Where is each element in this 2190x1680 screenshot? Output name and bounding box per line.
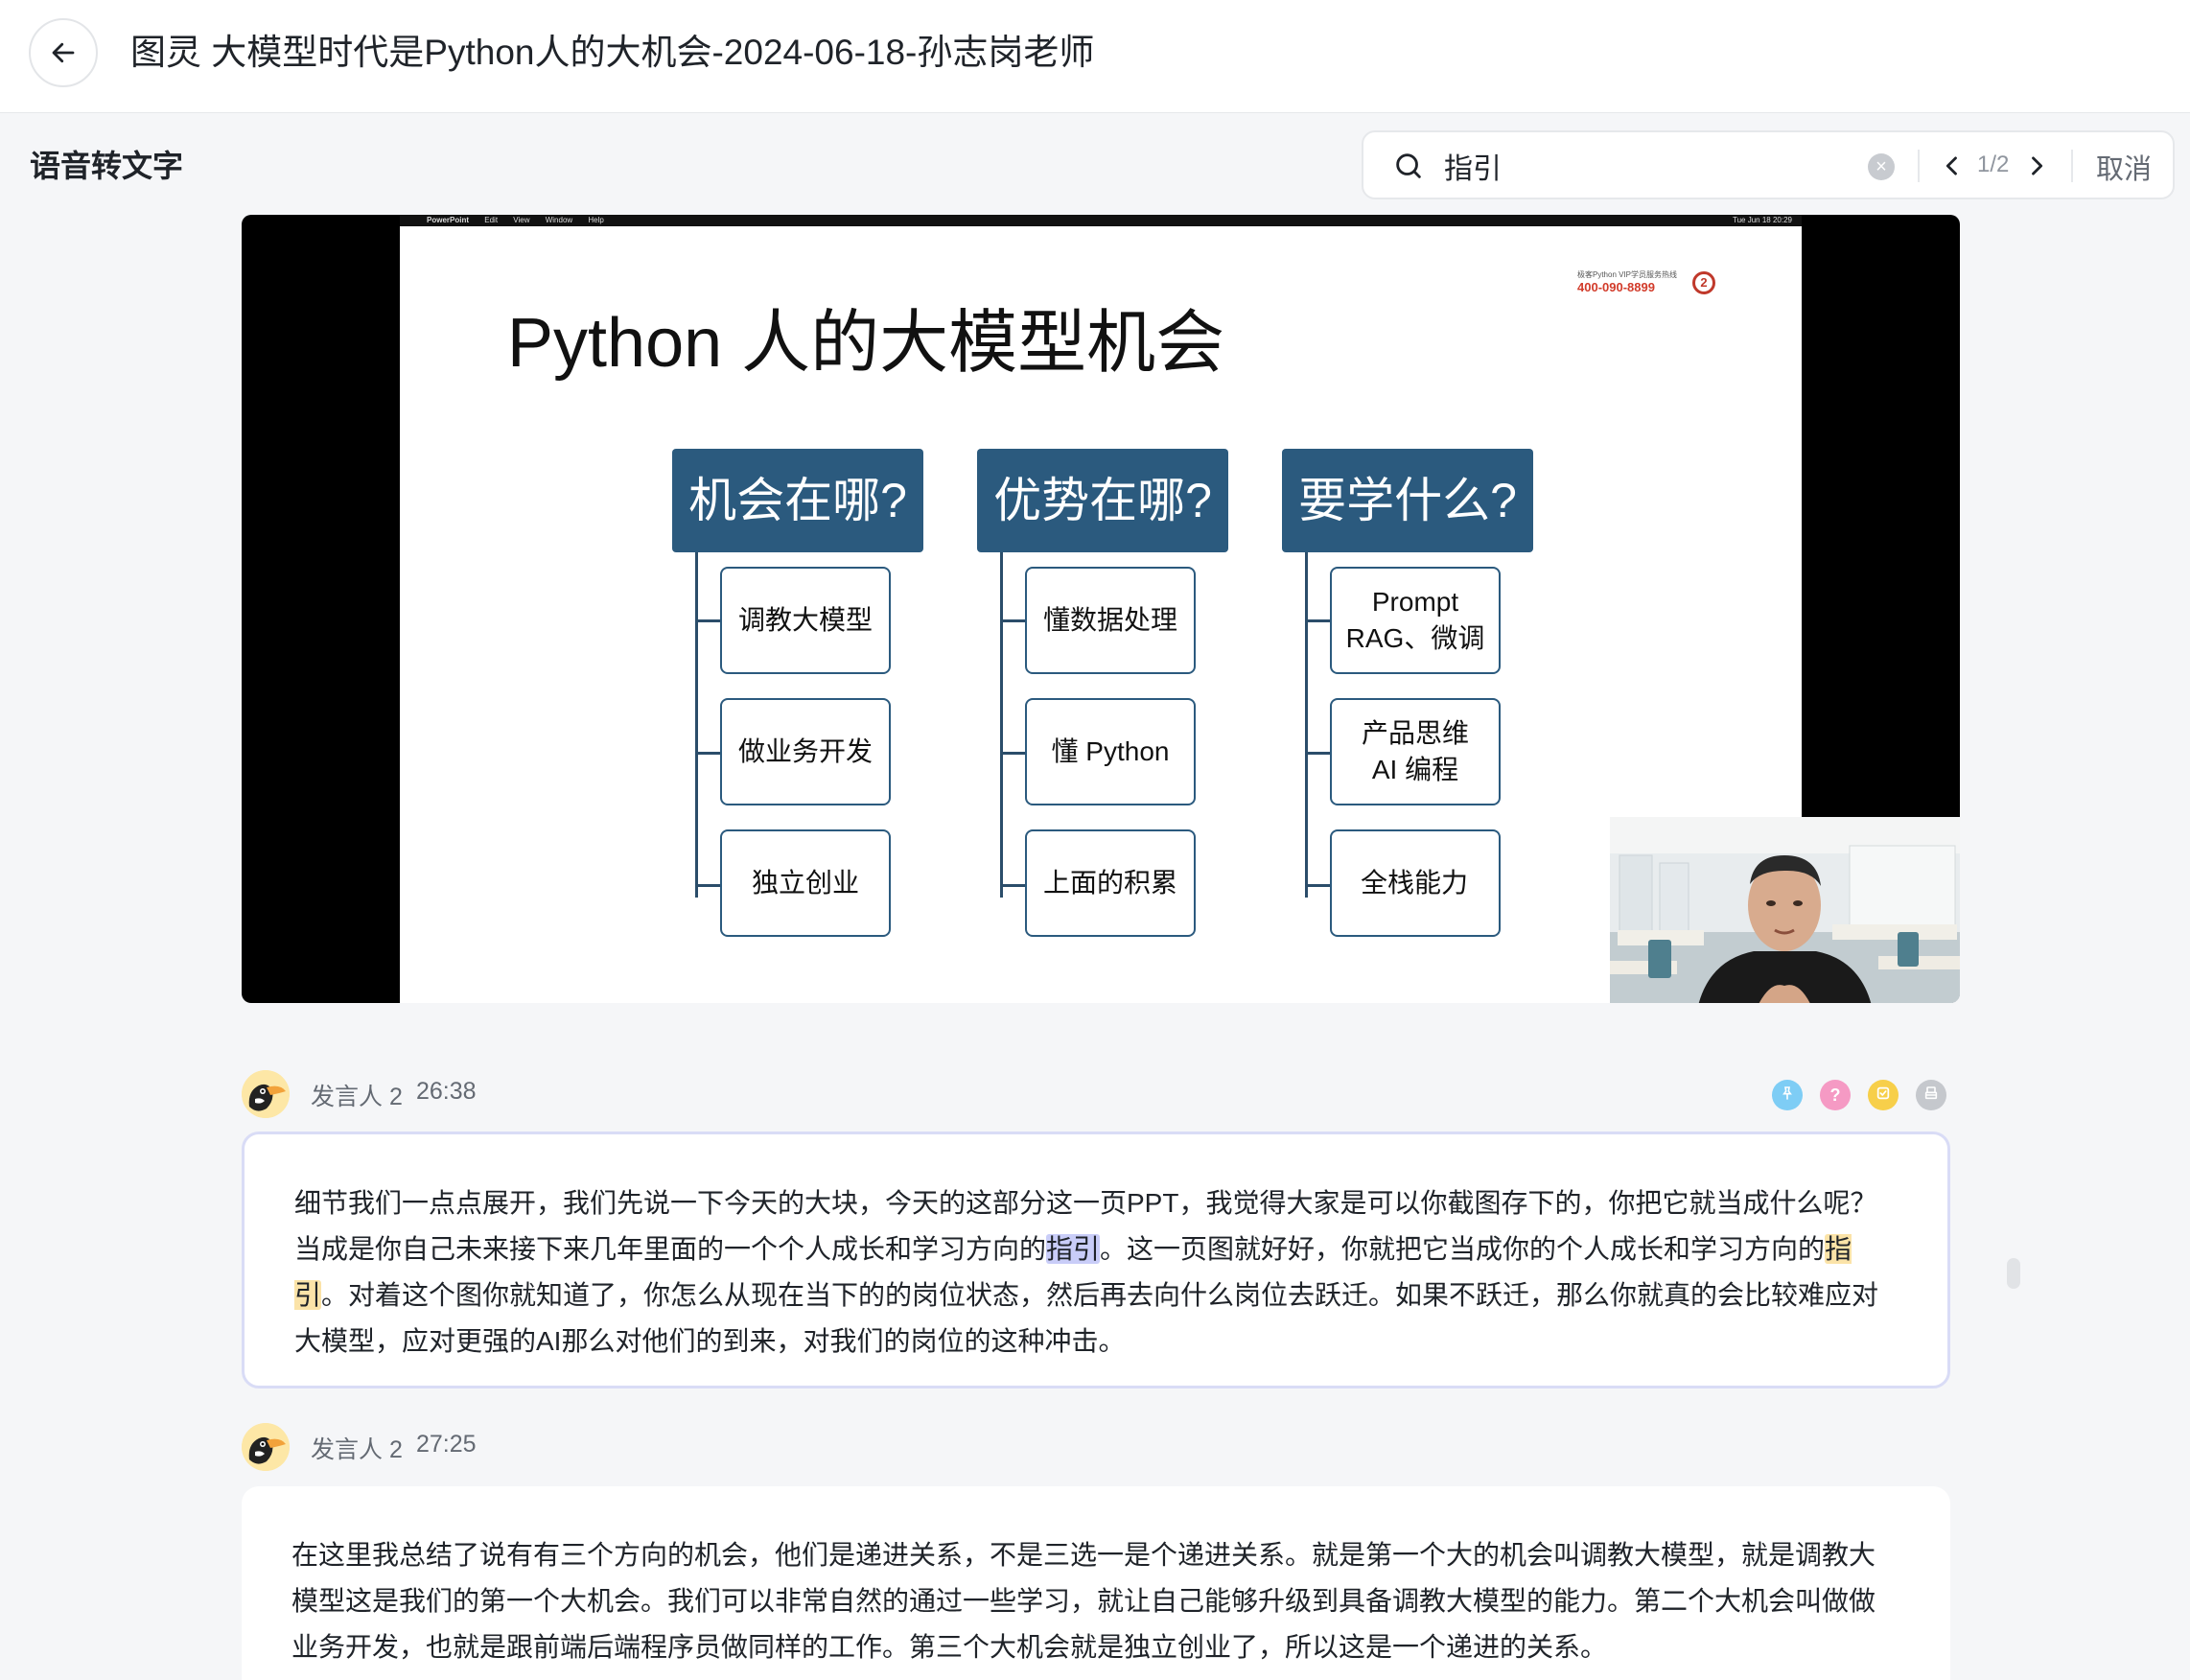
column-item: 独立创业 — [720, 829, 891, 937]
avatar — [242, 1423, 290, 1471]
tree-connector — [1000, 552, 1003, 898]
hotline-logo-icon: 2 — [1692, 271, 1715, 294]
search-highlight-current: 指引 — [1046, 1234, 1101, 1264]
search-icon — [1396, 153, 1421, 178]
segment-timestamp[interactable]: 26:38 — [416, 1078, 477, 1106]
column-item: 全栈能力 — [1330, 829, 1501, 937]
top-header: 图灵 大模型时代是Python人的大机会-2024-06-18-孙志岗老师 — [0, 0, 2190, 113]
segment-text: 。这一页图就好好，你就把它当成你的个人成长和学习方向的 — [1100, 1234, 1826, 1264]
presenter-image — [1610, 817, 1960, 1003]
arrow-left-icon — [52, 42, 75, 63]
column-item: 调教大模型 — [720, 567, 891, 674]
match-counter: 1/2 — [1977, 152, 2010, 177]
pin-tag-icon[interactable] — [1772, 1080, 1803, 1110]
column-item: 懂数据处理 — [1025, 567, 1196, 674]
column-heading: 优势在哪? — [977, 449, 1228, 552]
page-title: 图灵 大模型时代是Python人的大机会-2024-06-18-孙志岗老师 — [130, 33, 1095, 72]
hotline-caption: 极客Python VIP学员服务热线 — [1577, 270, 1678, 279]
menubar-item: View — [513, 216, 530, 224]
previous-match-icon[interactable] — [1939, 152, 1966, 180]
segment-text: 。对着这个图你就知道了，你怎么从现在当下的的岗位状态，然后再去向什么岗位去跃迁。… — [294, 1280, 1879, 1356]
slide-title: Python 人的大模型机会 — [507, 305, 1225, 382]
transcript-segment[interactable]: 细节我们一点点展开，我们先说一下今天的大块，今天的这部分这一页PPT，我觉得大家… — [242, 1132, 1950, 1388]
column-heading: 机会在哪? — [672, 449, 923, 552]
column-item: Prompt RAG、微调 — [1330, 567, 1501, 674]
tree-connector — [695, 552, 698, 898]
segment-text: 在这里我总结了说有有三个方向的机会，他们是递进关系，不是三选一是个递进关系。就是… — [291, 1540, 1876, 1662]
search-input[interactable] — [1444, 146, 1875, 186]
speaker-name[interactable]: 发言人 2 — [311, 1078, 403, 1112]
menubar-item: PowerPoint — [427, 216, 470, 224]
avatar — [242, 1070, 290, 1118]
segment-timestamp[interactable]: 27:25 — [416, 1431, 477, 1458]
presenter-webcam — [1610, 817, 1960, 1003]
clear-search-icon[interactable]: × — [1868, 153, 1895, 180]
toucan-avatar-icon — [242, 1070, 290, 1118]
transcript-segment[interactable]: 在这里我总结了说有有三个方向的机会，他们是递进关系，不是三选一是个递进关系。就是… — [242, 1486, 1950, 1680]
todo-tag-icon[interactable] — [1868, 1080, 1899, 1110]
video-player[interactable]: PowerPoint Edit View Window Help Tue Jun… — [242, 215, 1960, 1003]
archive-tag-icon[interactable] — [1916, 1080, 1946, 1110]
menubar-clock: Tue Jun 18 20:29 — [1733, 216, 1792, 224]
cancel-search-button[interactable]: 取消 — [2096, 147, 2152, 187]
speaker-name[interactable]: 发言人 2 — [311, 1431, 403, 1465]
menubar-item: Edit — [484, 216, 499, 224]
segment-header: 发言人 2 27:25 — [242, 1423, 1960, 1471]
question-tag-icon[interactable]: ? — [1820, 1080, 1851, 1110]
search-bar: × 1/2 取消 — [1362, 130, 2175, 199]
section-label: 语音转文字 — [30, 149, 184, 183]
column-item: 懂 Python — [1025, 698, 1196, 805]
divider — [2071, 150, 2073, 182]
column-item: 做业务开发 — [720, 698, 891, 805]
column-item: 上面的积累 — [1025, 829, 1196, 937]
menubar-item: Help — [588, 216, 604, 224]
column-item: 产品思维 AI 编程 — [1330, 698, 1501, 805]
tree-connector — [1305, 552, 1308, 898]
segment-header: 发言人 2 26:38 ? — [242, 1070, 1960, 1118]
toucan-avatar-icon — [242, 1423, 290, 1471]
hotline-number: 400-090-8899 — [1577, 280, 1655, 294]
next-match-icon[interactable] — [2023, 152, 2050, 180]
scrollbar-thumb[interactable] — [2007, 1258, 2020, 1289]
back-button[interactable] — [29, 18, 98, 87]
column-heading: 要学什么? — [1282, 449, 1533, 552]
slide-menubar: PowerPoint Edit View Window Help Tue Jun… — [400, 215, 1802, 226]
menubar-item: Window — [545, 216, 573, 224]
divider — [1918, 150, 1920, 182]
presentation-slide: Python 人的大模型机会 极客Python VIP学员服务热线 400-09… — [400, 226, 1960, 1003]
